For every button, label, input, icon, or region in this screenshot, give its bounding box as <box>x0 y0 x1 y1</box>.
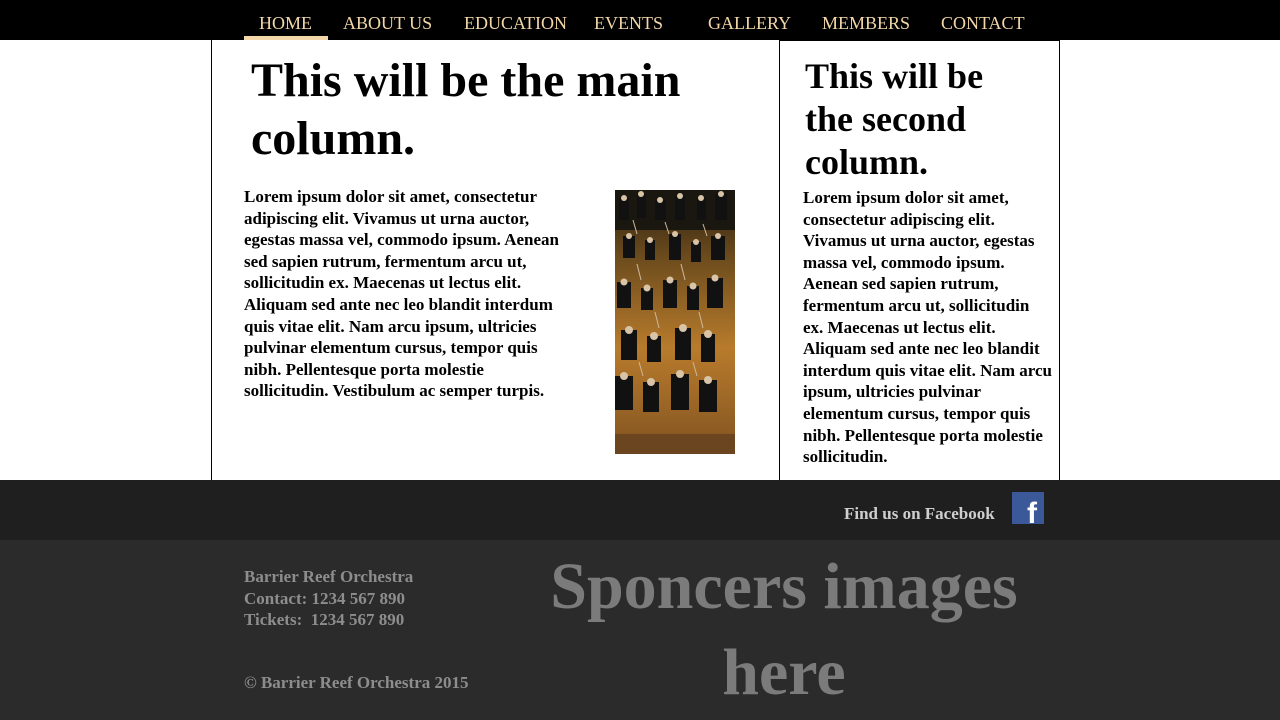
tickets-phone: Tickets: 1234 567 890 <box>244 610 405 629</box>
org-name: Barrier Reef Orchestra <box>244 567 414 586</box>
main-column-paragraph: Lorem ipsum dolor sit amet, consectetur … <box>244 187 559 401</box>
facebook-letter: f <box>1027 497 1038 524</box>
orchestra-photo <box>615 190 735 454</box>
second-column-heading: This will be the second column. <box>805 56 984 182</box>
nav-about-us-link[interactable]: ABOUT US <box>343 12 432 38</box>
second-column-paragraph: Lorem ipsum dolor sit amet, consectetur … <box>803 188 1053 467</box>
nav-home-link[interactable]: HOME <box>259 12 312 38</box>
main-column-heading: This will be the main column. <box>251 54 681 165</box>
facebook-logo: f <box>1012 492 1044 530</box>
nav-education-link[interactable]: EDUCATION <box>464 12 567 38</box>
orchestra-photo-graphic <box>615 190 735 454</box>
top-navigation-bar: HOME ABOUT US EDUCATION EVENTS GALLERY M… <box>0 0 1280 40</box>
nav-contact-link[interactable]: CONTACT <box>941 12 1025 38</box>
main-column: This will be the main column. Lorem ipsu… <box>211 40 780 480</box>
facebook-icon[interactable]: f <box>1012 492 1044 530</box>
nav-members-link[interactable]: MEMBERS <box>822 12 910 38</box>
facebook-link[interactable]: Find us on Facebook <box>844 504 995 524</box>
sponsors-placeholder: Sponcers images here <box>550 550 1018 709</box>
contact-phone: Contact: 1234 567 890 <box>244 588 406 608</box>
social-band: Find us on Facebook f <box>0 480 1280 540</box>
site-footer: Barrier Reef Orchestra Contact: 1234 567… <box>0 540 1280 720</box>
second-column: This will be the second column. Lorem ip… <box>779 40 1060 480</box>
nav-gallery-link[interactable]: GALLERY <box>708 12 791 38</box>
contact-info: Barrier Reef Orchestra Contact: 1234 567… <box>244 566 413 631</box>
nav-events-link[interactable]: EVENTS <box>594 12 663 38</box>
copyright-notice: © Barrier Reef Orchestra 2015 <box>244 673 469 692</box>
